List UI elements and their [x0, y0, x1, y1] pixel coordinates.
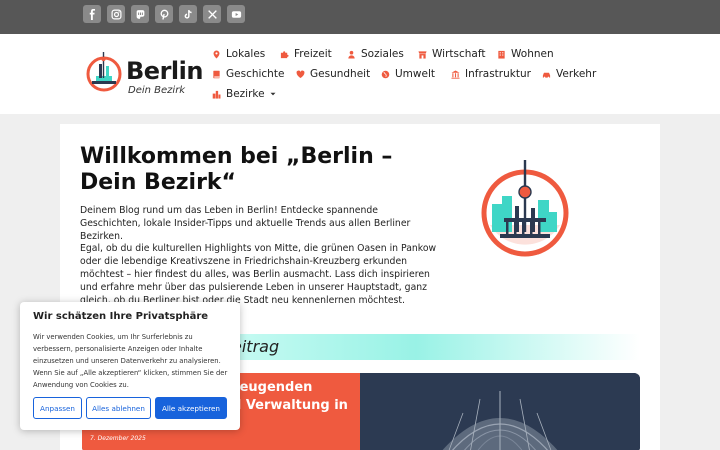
nav-bezirke[interactable]: Bezirke: [212, 88, 276, 100]
map-pin-icon: [213, 49, 220, 59]
brand-tagline: Dein Bezirk: [128, 85, 186, 96]
x-icon[interactable]: [203, 5, 221, 23]
nav-label: Soziales: [361, 48, 404, 60]
brand-name[interactable]: Berlin: [126, 58, 203, 84]
berlin-skyline-emblem-icon: [481, 160, 569, 257]
nav-lokales[interactable]: Lokales: [212, 48, 265, 60]
reject-all-button[interactable]: Alles ablehnen: [86, 397, 151, 419]
intro-text: Deinem Blog rund um das Leben in Berlin!…: [80, 205, 411, 242]
post-date: 7. Dezember 2025: [90, 435, 146, 442]
nav-label: Gesundheit: [310, 68, 371, 80]
nav-label: Lokales: [226, 48, 266, 60]
heart-icon: [296, 70, 305, 78]
puzzle-icon: [280, 50, 289, 58]
nav-verkehr[interactable]: Verkehr: [542, 68, 596, 80]
nav-label: Bezirke: [226, 88, 265, 100]
pinterest-icon[interactable]: [155, 5, 173, 23]
mastodon-icon[interactable]: [131, 5, 149, 23]
car-icon: [542, 72, 551, 78]
post-title-line-1: zeugenden: [232, 380, 313, 395]
reichstag-dome-image: [360, 373, 640, 450]
nav-wohnen[interactable]: Wohnen: [497, 48, 554, 60]
nav-umwelt[interactable]: Umwelt: [381, 68, 435, 80]
post-image[interactable]: [360, 373, 640, 450]
cookie-title: Wir schätzen Ihre Privatsphäre: [33, 311, 209, 322]
nav-geschichte[interactable]: Geschichte: [212, 68, 284, 80]
shop-icon: [418, 50, 427, 59]
social-bar: [0, 0, 720, 34]
nav-label: Wirtschaft: [432, 48, 486, 60]
chevron-down-icon: [270, 92, 276, 96]
facebook-icon[interactable]: [83, 5, 101, 23]
globe-icon: [381, 70, 390, 78]
nav-label: Freizeit: [294, 48, 332, 60]
accept-all-button[interactable]: Alle akzeptieren: [155, 397, 227, 419]
intro-paragraph-2: Egal, ob du die kulturellen Highlights v…: [80, 243, 437, 306]
people-icon: [348, 50, 355, 59]
instagram-icon[interactable]: [107, 5, 125, 23]
nav-gesundheit[interactable]: Gesundheit: [296, 68, 370, 80]
cookie-text: Wir verwenden Cookies, um Ihr Surferlebn…: [33, 333, 228, 389]
nav-label: Geschichte: [226, 68, 285, 80]
cookie-consent-dialog: Wir schätzen Ihre Privatsphäre Wir verwe…: [20, 302, 240, 430]
nav-freizeit[interactable]: Freizeit: [280, 48, 332, 60]
landmark-icon: [451, 69, 460, 79]
nav-soziales[interactable]: Soziales: [347, 48, 404, 60]
tiktok-icon[interactable]: [179, 5, 197, 23]
nav-label: Infrastruktur: [465, 68, 531, 80]
page-title: Willkommen bei „Berlin – Dein Bezirk“: [80, 144, 393, 195]
post-title[interactable]: zeugenden d Verwaltung in: [232, 379, 362, 415]
customize-button[interactable]: Anpassen: [33, 397, 82, 419]
book-icon: [213, 70, 220, 78]
building-icon: [498, 50, 505, 59]
nav-infrastruktur[interactable]: Infrastruktur: [451, 68, 531, 80]
youtube-icon[interactable]: [227, 5, 245, 23]
berlin-logo-icon[interactable]: [86, 50, 122, 94]
nav-wirtschaft[interactable]: Wirtschaft: [418, 48, 485, 60]
nav-label: Verkehr: [556, 68, 597, 80]
post-title-line-2: d Verwaltung in: [232, 398, 348, 413]
city-icon: [212, 90, 221, 99]
nav-label: Wohnen: [511, 48, 554, 60]
nav-label: Umwelt: [395, 68, 435, 80]
